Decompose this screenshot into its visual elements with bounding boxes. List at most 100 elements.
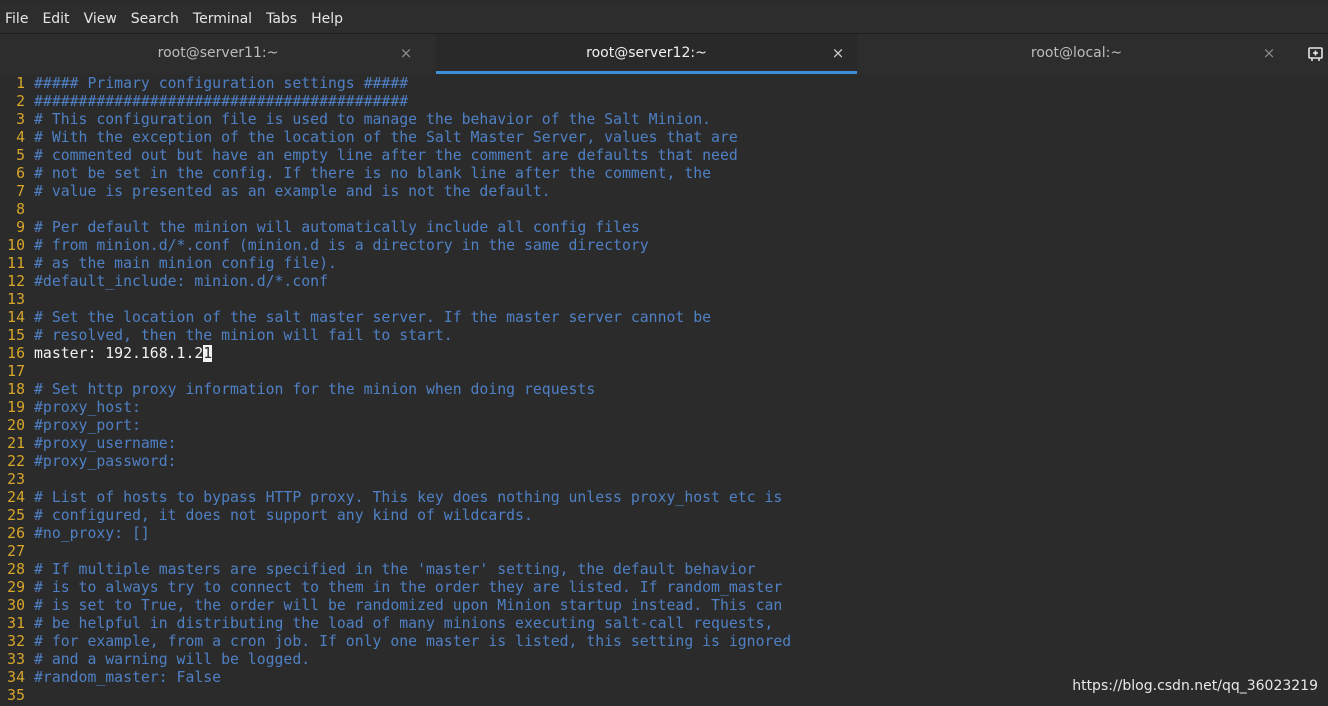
line-text: # as the main minion config file). (34, 255, 337, 272)
line-number: 11 (7, 255, 25, 272)
menu-edit[interactable]: Edit (35, 5, 76, 33)
editor-line: 5 # commented out but have an empty line … (0, 147, 738, 165)
editor-line: 26 #no_proxy: [] (0, 525, 150, 543)
editor-line: 9 # Per default the minion will automatic… (0, 219, 640, 237)
line-text: # from minion.d/*.conf (minion.d is a di… (34, 237, 649, 254)
line-text: # Per default the minion will automatica… (34, 219, 640, 236)
editor-line: 28 # If multiple masters are specified in… (0, 561, 756, 579)
line-number: 19 (7, 399, 25, 416)
line-text: #proxy_password: (34, 453, 177, 470)
close-icon[interactable]: × (398, 34, 414, 72)
line-number: 29 (7, 579, 25, 596)
line-number: 6 (16, 165, 25, 182)
line-number: 21 (7, 435, 25, 452)
line-number: 34 (7, 669, 25, 686)
editor-line: 24 # List of hosts to bypass HTTP proxy. … (0, 489, 782, 507)
editor-line: 6 # not be set in the config. If there is… (0, 165, 711, 183)
editor-line: 29 # is to always try to connect to them … (0, 579, 782, 597)
editor-line: 30 # is set to True, the order will be ra… (0, 597, 782, 615)
editor-line: 14 # Set the location of the salt master … (0, 309, 711, 327)
menu-help[interactable]: Help (304, 5, 350, 33)
line-number: 18 (7, 381, 25, 398)
editor-line: 4 # With the exception of the location of… (0, 129, 738, 147)
line-number: 23 (7, 471, 25, 488)
editor-line: 11 # as the main minion config file). (0, 255, 337, 273)
line-text: #no_proxy: [] (34, 525, 150, 542)
line-number: 26 (7, 525, 25, 542)
tab-server11[interactable]: root@server11:~ × (0, 34, 436, 74)
editor-line: 18 # Set http proxy information for the m… (0, 381, 595, 399)
editor-line: 8 (0, 201, 34, 219)
line-text: # Set the location of the salt master se… (34, 309, 712, 326)
editor-line: 3 # This configuration file is used to ma… (0, 111, 711, 129)
line-number: 28 (7, 561, 25, 578)
menu-bar: File Edit View Search Terminal Tabs Help (0, 5, 1328, 33)
line-number: 15 (7, 327, 25, 344)
line-number: 5 (16, 147, 25, 164)
line-text: # This configuration file is used to man… (34, 111, 712, 128)
line-number: 14 (7, 309, 25, 326)
editor-line: 19 #proxy_host: (0, 399, 141, 417)
new-tab-button[interactable] (1306, 43, 1326, 63)
line-number: 10 (7, 237, 25, 254)
line-text: #proxy_host: (34, 399, 141, 416)
line-text: # commented out but have an empty line a… (34, 147, 738, 164)
editor-line: 32 # for example, from a cron job. If onl… (0, 633, 791, 651)
menu-view[interactable]: View (77, 5, 124, 33)
menu-file[interactable]: File (0, 5, 35, 33)
line-text: #random_master: False (34, 669, 222, 686)
menu-terminal[interactable]: Terminal (186, 5, 259, 33)
line-text: # Set http proxy information for the min… (34, 381, 596, 398)
line-number: 16 (7, 345, 25, 362)
new-tab-icon (1308, 47, 1323, 61)
line-number: 3 (16, 111, 25, 128)
line-text: ##### Primary configuration settings ###… (34, 75, 409, 92)
line-number: 33 (7, 651, 25, 668)
line-text: # With the exception of the location of … (34, 129, 738, 146)
line-number: 4 (16, 129, 25, 146)
editor-line: 23 (0, 471, 34, 489)
close-icon[interactable]: × (1261, 34, 1277, 72)
menu-tabs[interactable]: Tabs (259, 5, 304, 33)
line-text: # for example, from a cron job. If only … (34, 633, 792, 650)
close-icon[interactable]: × (830, 34, 846, 72)
editor-line: 10 # from minion.d/*.conf (minion.d is a … (0, 237, 649, 255)
line-text: # and a warning will be logged. (34, 651, 311, 668)
line-number: 8 (16, 201, 25, 218)
line-number: 24 (7, 489, 25, 506)
line-number: 13 (7, 291, 25, 308)
tab-bar: root@server11:~ × root@server12:~ × root… (0, 33, 1328, 74)
tab-local[interactable]: root@local:~ × (857, 34, 1296, 74)
tab-label: root@local:~ (1030, 45, 1123, 61)
line-number: 25 (7, 507, 25, 524)
tab-label: root@server12:~ (586, 45, 707, 61)
menu-search[interactable]: Search (124, 5, 186, 33)
text-cursor: 1 (203, 345, 213, 362)
line-number: 31 (7, 615, 25, 632)
tab-server12[interactable]: root@server12:~ × (436, 34, 857, 74)
line-text: #proxy_port: (34, 417, 141, 434)
line-text: # value is presented as an example and i… (34, 183, 551, 200)
editor-line: 13 (0, 291, 34, 309)
editor-line: 7 # value is presented as an example and … (0, 183, 551, 201)
editor-line: 12 #default_include: minion.d/*.conf (0, 273, 328, 291)
editor-line: 25 # configured, it does not support any … (0, 507, 533, 525)
editor-line: 2 #######################################… (0, 93, 408, 111)
editor-line: 34 #random_master: False (0, 669, 221, 687)
line-number: 32 (7, 633, 25, 650)
terminal-editor[interactable]: 1 ##### Primary configuration settings ##… (0, 74, 1328, 706)
editor-line: 22 #proxy_password: (0, 453, 177, 471)
line-number: 9 (16, 219, 25, 236)
editor-line: 16 master: 192.168.1.21 (0, 345, 213, 363)
line-number: 17 (7, 363, 25, 380)
line-text: # resolved, then the minion will fail to… (34, 327, 453, 344)
editor-line: 17 (0, 363, 34, 381)
line-text: # If multiple masters are specified in t… (34, 561, 756, 578)
line-text: #proxy_username: (34, 435, 177, 452)
line-number: 27 (7, 543, 25, 560)
line-text: #default_include: minion.d/*.conf (34, 273, 328, 290)
line-text: ########################################… (34, 93, 409, 110)
line-number: 7 (16, 183, 25, 200)
editor-line: 21 #proxy_username: (0, 435, 177, 453)
line-text: # is set to True, the order will be rand… (34, 597, 783, 614)
